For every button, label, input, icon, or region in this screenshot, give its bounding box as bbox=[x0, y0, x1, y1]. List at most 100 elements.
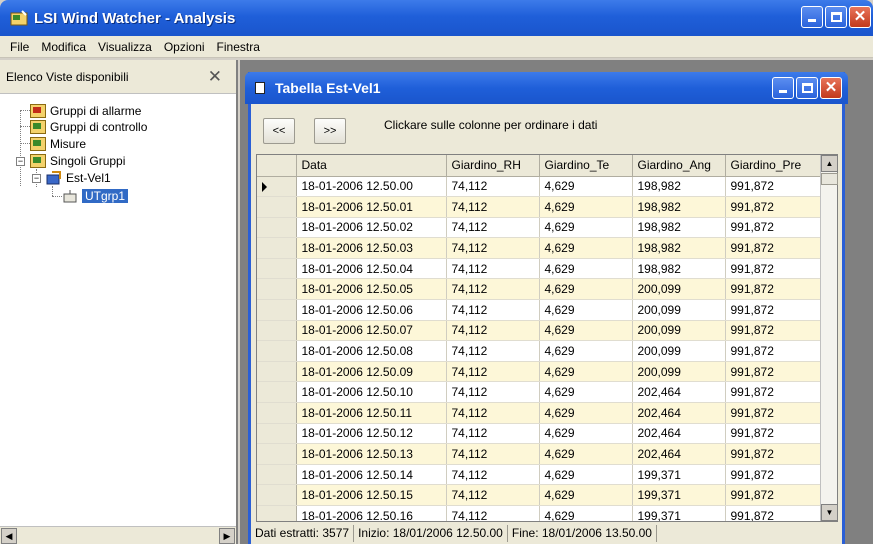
table-cell[interactable]: 4,629 bbox=[539, 340, 633, 362]
tree-item-est-vel1[interactable]: Est-Vel1 bbox=[46, 170, 111, 186]
collapse-icon[interactable]: − bbox=[32, 174, 41, 183]
scroll-left-icon[interactable]: ◀ bbox=[1, 528, 17, 544]
table-cell[interactable]: 202,464 bbox=[632, 381, 726, 404]
table-row[interactable]: 18-01-2006 12.50.04 74,112 4,629 198,982 991… bbox=[257, 258, 822, 280]
column-header-pre[interactable]: Giardino_Pre bbox=[725, 155, 822, 177]
table-cell[interactable]: 991,872 bbox=[725, 505, 822, 521]
table-cell[interactable]: 4,629 bbox=[539, 299, 633, 321]
table-cell[interactable]: 991,872 bbox=[725, 299, 822, 321]
close-button[interactable]: ✕ bbox=[849, 6, 871, 28]
table-cell[interactable]: 991,872 bbox=[725, 361, 822, 383]
minimize-button[interactable] bbox=[801, 6, 823, 28]
horizontal-scrollbar[interactable]: ◀ ▶ bbox=[0, 526, 236, 544]
row-selector[interactable] bbox=[257, 402, 297, 424]
table-cell[interactable]: 74,112 bbox=[446, 217, 540, 239]
table-row[interactable]: 18-01-2006 12.50.01 74,112 4,629 198,982 991… bbox=[257, 196, 822, 218]
table-row[interactable]: 18-01-2006 12.50.07 74,112 4,629 200,099 991… bbox=[257, 320, 822, 342]
table-cell[interactable]: 991,872 bbox=[725, 320, 822, 342]
table-cell[interactable]: 74,112 bbox=[446, 484, 540, 506]
row-selector[interactable] bbox=[257, 423, 297, 445]
menu-opzioni[interactable]: Opzioni bbox=[158, 40, 211, 54]
table-cell[interactable]: 198,982 bbox=[632, 217, 726, 239]
panel-close-icon[interactable]: ✕ bbox=[208, 67, 222, 87]
row-selector[interactable] bbox=[257, 299, 297, 321]
tree-item-utgrp1[interactable]: UTgrp1 bbox=[62, 188, 129, 204]
table-cell[interactable]: 74,112 bbox=[446, 237, 540, 259]
row-selector[interactable] bbox=[257, 505, 297, 521]
table-cell[interactable]: 74,112 bbox=[446, 340, 540, 362]
table-cell[interactable]: 4,629 bbox=[539, 505, 633, 521]
table-cell[interactable]: 4,629 bbox=[539, 381, 633, 404]
row-selector[interactable] bbox=[257, 196, 297, 218]
table-cell[interactable]: 991,872 bbox=[725, 464, 822, 486]
table-cell[interactable]: 4,629 bbox=[539, 320, 633, 342]
maximize-button[interactable] bbox=[825, 6, 847, 28]
row-selector[interactable] bbox=[257, 176, 297, 198]
table-cell[interactable]: 200,099 bbox=[632, 278, 726, 301]
table-cell[interactable]: 991,872 bbox=[725, 423, 822, 445]
table-cell[interactable]: 18-01-2006 12.50.09 bbox=[296, 361, 447, 383]
table-cell[interactable]: 18-01-2006 12.50.04 bbox=[296, 258, 447, 280]
tree-item-gruppi-allarme[interactable]: Gruppi di allarme bbox=[30, 103, 141, 119]
tree-item-singoli-gruppi[interactable]: Singoli Gruppi bbox=[30, 153, 125, 169]
table-cell[interactable]: 74,112 bbox=[446, 278, 540, 301]
table-cell[interactable]: 991,872 bbox=[725, 443, 822, 465]
table-cell[interactable]: 991,872 bbox=[725, 381, 822, 404]
table-cell[interactable]: 200,099 bbox=[632, 320, 726, 342]
child-maximize-button[interactable] bbox=[796, 77, 818, 99]
table-cell[interactable]: 198,982 bbox=[632, 176, 726, 198]
table-cell[interactable]: 4,629 bbox=[539, 361, 633, 383]
table-cell[interactable]: 991,872 bbox=[725, 176, 822, 198]
tree-item-gruppi-controllo[interactable]: Gruppi di controllo bbox=[30, 119, 147, 135]
table-cell[interactable]: 18-01-2006 12.50.16 bbox=[296, 505, 447, 521]
table-cell[interactable]: 4,629 bbox=[539, 464, 633, 486]
table-row[interactable]: 18-01-2006 12.50.05 74,112 4,629 200,099 991… bbox=[257, 278, 822, 301]
table-row[interactable]: 18-01-2006 12.50.14 74,112 4,629 199,371 991… bbox=[257, 464, 822, 486]
row-selector[interactable] bbox=[257, 258, 297, 280]
menu-modifica[interactable]: Modifica bbox=[35, 40, 92, 54]
table-cell[interactable]: 991,872 bbox=[725, 278, 822, 301]
table-cell[interactable]: 18-01-2006 12.50.05 bbox=[296, 278, 447, 301]
table-cell[interactable]: 18-01-2006 12.50.01 bbox=[296, 196, 447, 218]
table-cell[interactable]: 198,982 bbox=[632, 237, 726, 259]
collapse-icon[interactable]: − bbox=[16, 157, 25, 166]
table-row[interactable]: 18-01-2006 12.50.13 74,112 4,629 202,464 991… bbox=[257, 443, 822, 465]
table-cell[interactable]: 74,112 bbox=[446, 443, 540, 465]
table-cell[interactable]: 18-01-2006 12.50.00 bbox=[296, 176, 447, 198]
row-selector[interactable] bbox=[257, 464, 297, 486]
table-cell[interactable]: 4,629 bbox=[539, 196, 633, 218]
row-selector[interactable] bbox=[257, 484, 297, 506]
child-minimize-button[interactable] bbox=[772, 77, 794, 99]
table-cell[interactable]: 202,464 bbox=[632, 443, 726, 465]
table-cell[interactable]: 200,099 bbox=[632, 299, 726, 321]
row-selector[interactable] bbox=[257, 320, 297, 342]
table-row[interactable]: 18-01-2006 12.50.08 74,112 4,629 200,099 991… bbox=[257, 340, 822, 362]
table-cell[interactable]: 4,629 bbox=[539, 278, 633, 301]
menu-finestra[interactable]: Finestra bbox=[211, 40, 266, 54]
table-cell[interactable]: 74,112 bbox=[446, 258, 540, 280]
table-cell[interactable]: 74,112 bbox=[446, 505, 540, 521]
prev-page-button[interactable]: << bbox=[263, 118, 295, 144]
table-cell[interactable]: 199,371 bbox=[632, 464, 726, 486]
table-cell[interactable]: 991,872 bbox=[725, 402, 822, 424]
table-cell[interactable]: 198,982 bbox=[632, 258, 726, 280]
row-selector[interactable] bbox=[257, 443, 297, 465]
menu-visualizza[interactable]: Visualizza bbox=[92, 40, 158, 54]
table-cell[interactable]: 4,629 bbox=[539, 176, 633, 198]
table-cell[interactable]: 74,112 bbox=[446, 320, 540, 342]
table-cell[interactable]: 74,112 bbox=[446, 196, 540, 218]
table-row[interactable]: 18-01-2006 12.50.15 74,112 4,629 199,371 991… bbox=[257, 484, 822, 506]
menu-file[interactable]: File bbox=[4, 40, 35, 54]
table-cell[interactable]: 18-01-2006 12.50.07 bbox=[296, 320, 447, 342]
column-header-data[interactable]: Data bbox=[296, 155, 447, 177]
table-cell[interactable]: 200,099 bbox=[632, 340, 726, 362]
table-cell[interactable]: 991,872 bbox=[725, 217, 822, 239]
tree-item-misure[interactable]: Misure bbox=[30, 136, 86, 152]
scroll-thumb[interactable] bbox=[821, 173, 838, 185]
table-row[interactable]: 18-01-2006 12.50.00 74,112 4,629 198,982 991… bbox=[257, 176, 822, 198]
table-cell[interactable]: 198,982 bbox=[632, 196, 726, 218]
table-cell[interactable]: 18-01-2006 12.50.03 bbox=[296, 237, 447, 259]
table-cell[interactable]: 991,872 bbox=[725, 237, 822, 259]
row-selector[interactable] bbox=[257, 217, 297, 239]
scroll-right-icon[interactable]: ▶ bbox=[219, 528, 235, 544]
